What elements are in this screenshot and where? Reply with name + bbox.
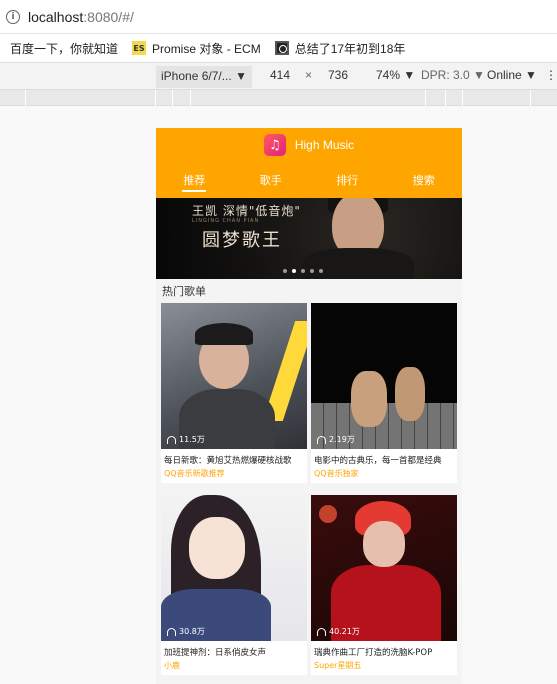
network-value: Online xyxy=(487,68,522,82)
bookmark-label: 总结了17年初到18年 xyxy=(294,41,406,56)
headphone-icon xyxy=(317,627,326,636)
playlist-cover: 30.8万 xyxy=(161,495,307,641)
tab-recommend[interactable]: 推荐 xyxy=(156,162,233,198)
music-note-icon: ♫ xyxy=(263,134,286,156)
play-count-value: 40.21万 xyxy=(329,627,360,636)
tab-search[interactable]: 搜索 xyxy=(386,162,463,198)
zoom-select[interactable]: 74% ▼ xyxy=(376,68,415,82)
dpr-select[interactable]: DPR: 3.0 ▼ xyxy=(421,68,485,82)
playlist-grid: 11.5万 每日新歌：黄旭艾热燃爆硬核战歌 QQ音乐新歌推荐 2.19万 电影中… xyxy=(156,303,462,684)
bookmark-label: 百度一下，你就知道 xyxy=(10,41,119,56)
width-field[interactable]: 414 xyxy=(270,68,290,82)
playlist-title: 电影中的古典乐，每一首都是经典 xyxy=(314,456,442,466)
playlist-card[interactable]: 40.21万 瑞典作曲工厂打造的洗脑K-POP Super星期五 xyxy=(311,495,457,675)
section-title: 热门歌单 xyxy=(156,279,462,303)
slider-dot[interactable] xyxy=(310,269,314,273)
play-count: 11.5万 xyxy=(167,434,205,445)
banner-headline: 王凯 深情"低音炮" xyxy=(192,204,301,218)
app-title: High Music xyxy=(294,138,355,152)
slider-dot[interactable] xyxy=(301,269,305,273)
media-query-ruler[interactable] xyxy=(0,90,557,106)
playlist-cover: 40.21万 xyxy=(311,495,457,641)
url-text[interactable]: localhost:8080/#/ xyxy=(28,9,134,25)
playlist-title: 瑞典作曲工厂打造的洗脑K-POP xyxy=(314,648,433,658)
more-icon[interactable]: ⋮ xyxy=(545,68,557,82)
dpr-value: DPR: 3.0 xyxy=(421,68,470,82)
tab-bar: 推荐 歌手 排行 搜索 xyxy=(156,162,462,198)
headphone-icon xyxy=(317,435,326,444)
playlist-author: QQ音乐新歌推荐 xyxy=(164,469,225,478)
play-count: 2.19万 xyxy=(317,434,355,445)
headphone-icon xyxy=(167,435,176,444)
tab-singer[interactable]: 歌手 xyxy=(233,162,310,198)
times-sign: × xyxy=(305,68,313,82)
playlist-title: 加班提神剂：日系俏皮女声 xyxy=(164,648,267,658)
app-header: ♫ High Music xyxy=(156,128,462,162)
playlist-cover: 2.19万 xyxy=(311,303,457,449)
slider-dot[interactable] xyxy=(283,269,287,273)
device-select[interactable]: iPhone 6/7/... ▼ xyxy=(156,66,252,88)
headphone-icon xyxy=(167,627,176,636)
play-count: 40.21万 xyxy=(317,626,360,637)
tab-rank[interactable]: 排行 xyxy=(309,162,386,198)
playlist-author: 小鹿 xyxy=(164,661,180,670)
banner-title: 圆梦歌王 xyxy=(202,230,282,251)
slider-dot-active[interactable] xyxy=(292,269,296,273)
play-count-value: 11.5万 xyxy=(179,435,205,444)
playlist-author: Super星期五 xyxy=(314,661,362,670)
device-name: iPhone 6/7/... xyxy=(161,69,232,83)
address-bar[interactable]: i localhost:8080/#/ xyxy=(0,0,557,34)
bookmarks-bar: 百度一下，你就知道 ES Promise 对象 - ECM 总结了17年初到18… xyxy=(0,34,557,62)
device-toolbar: iPhone 6/7/... ▼ 414 × 736 74% ▼ DPR: 3.… xyxy=(0,62,557,90)
play-count: 30.8万 xyxy=(167,626,205,637)
height-field[interactable]: 736 xyxy=(328,68,348,82)
playlist-cover: 11.5万 xyxy=(161,303,307,449)
zoom-value: 74% xyxy=(376,68,401,82)
playlist-card[interactable]: 11.5万 每日新歌：黄旭艾热燃爆硬核战歌 QQ音乐新歌推荐 xyxy=(161,303,307,483)
chevron-down-icon: ▼ xyxy=(403,68,416,82)
slider-dots xyxy=(283,269,328,273)
es-badge-icon: ES xyxy=(132,41,147,55)
banner-slider[interactable]: 王凯 深情"低音炮" LINGING CHAN PIAN 圆梦歌王 xyxy=(156,198,462,279)
url-path: :8080/#/ xyxy=(83,8,134,25)
bookmark-label: Promise 对象 - ECM xyxy=(152,41,261,56)
bookmark-summary[interactable]: 总结了17年初到18年 xyxy=(274,40,406,57)
banner-subline: LINGING CHAN PIAN xyxy=(192,218,260,224)
device-viewport: ♫ High Music 推荐 歌手 排行 搜索 王凯 深情"低音炮" LING… xyxy=(156,128,462,684)
slider-dot[interactable] xyxy=(319,269,323,273)
film-icon xyxy=(274,41,289,55)
site-info-icon[interactable]: i xyxy=(6,9,20,24)
play-count-value: 2.19万 xyxy=(329,435,355,444)
playlist-card[interactable]: 30.8万 加班提神剂：日系俏皮女声 小鹿 xyxy=(161,495,307,675)
chevron-down-icon: ▼ xyxy=(525,68,537,82)
chevron-down-icon: ▼ xyxy=(473,68,485,82)
bookmark-baidu[interactable]: 百度一下，你就知道 xyxy=(10,40,118,57)
bookmark-promise[interactable]: ES Promise 对象 - ECM xyxy=(132,40,261,57)
chevron-down-icon: ▼ xyxy=(235,69,247,83)
playlist-author: QQ音乐独家 xyxy=(314,469,359,478)
url-host: localhost xyxy=(28,8,84,25)
playlist-card[interactable]: 2.19万 电影中的古典乐，每一首都是经典 QQ音乐独家 xyxy=(311,303,457,483)
network-select[interactable]: Online ▼ xyxy=(487,68,537,82)
playlist-title: 每日新歌：黄旭艾热燃爆硬核战歌 xyxy=(164,456,292,466)
play-count-value: 30.8万 xyxy=(179,627,205,636)
